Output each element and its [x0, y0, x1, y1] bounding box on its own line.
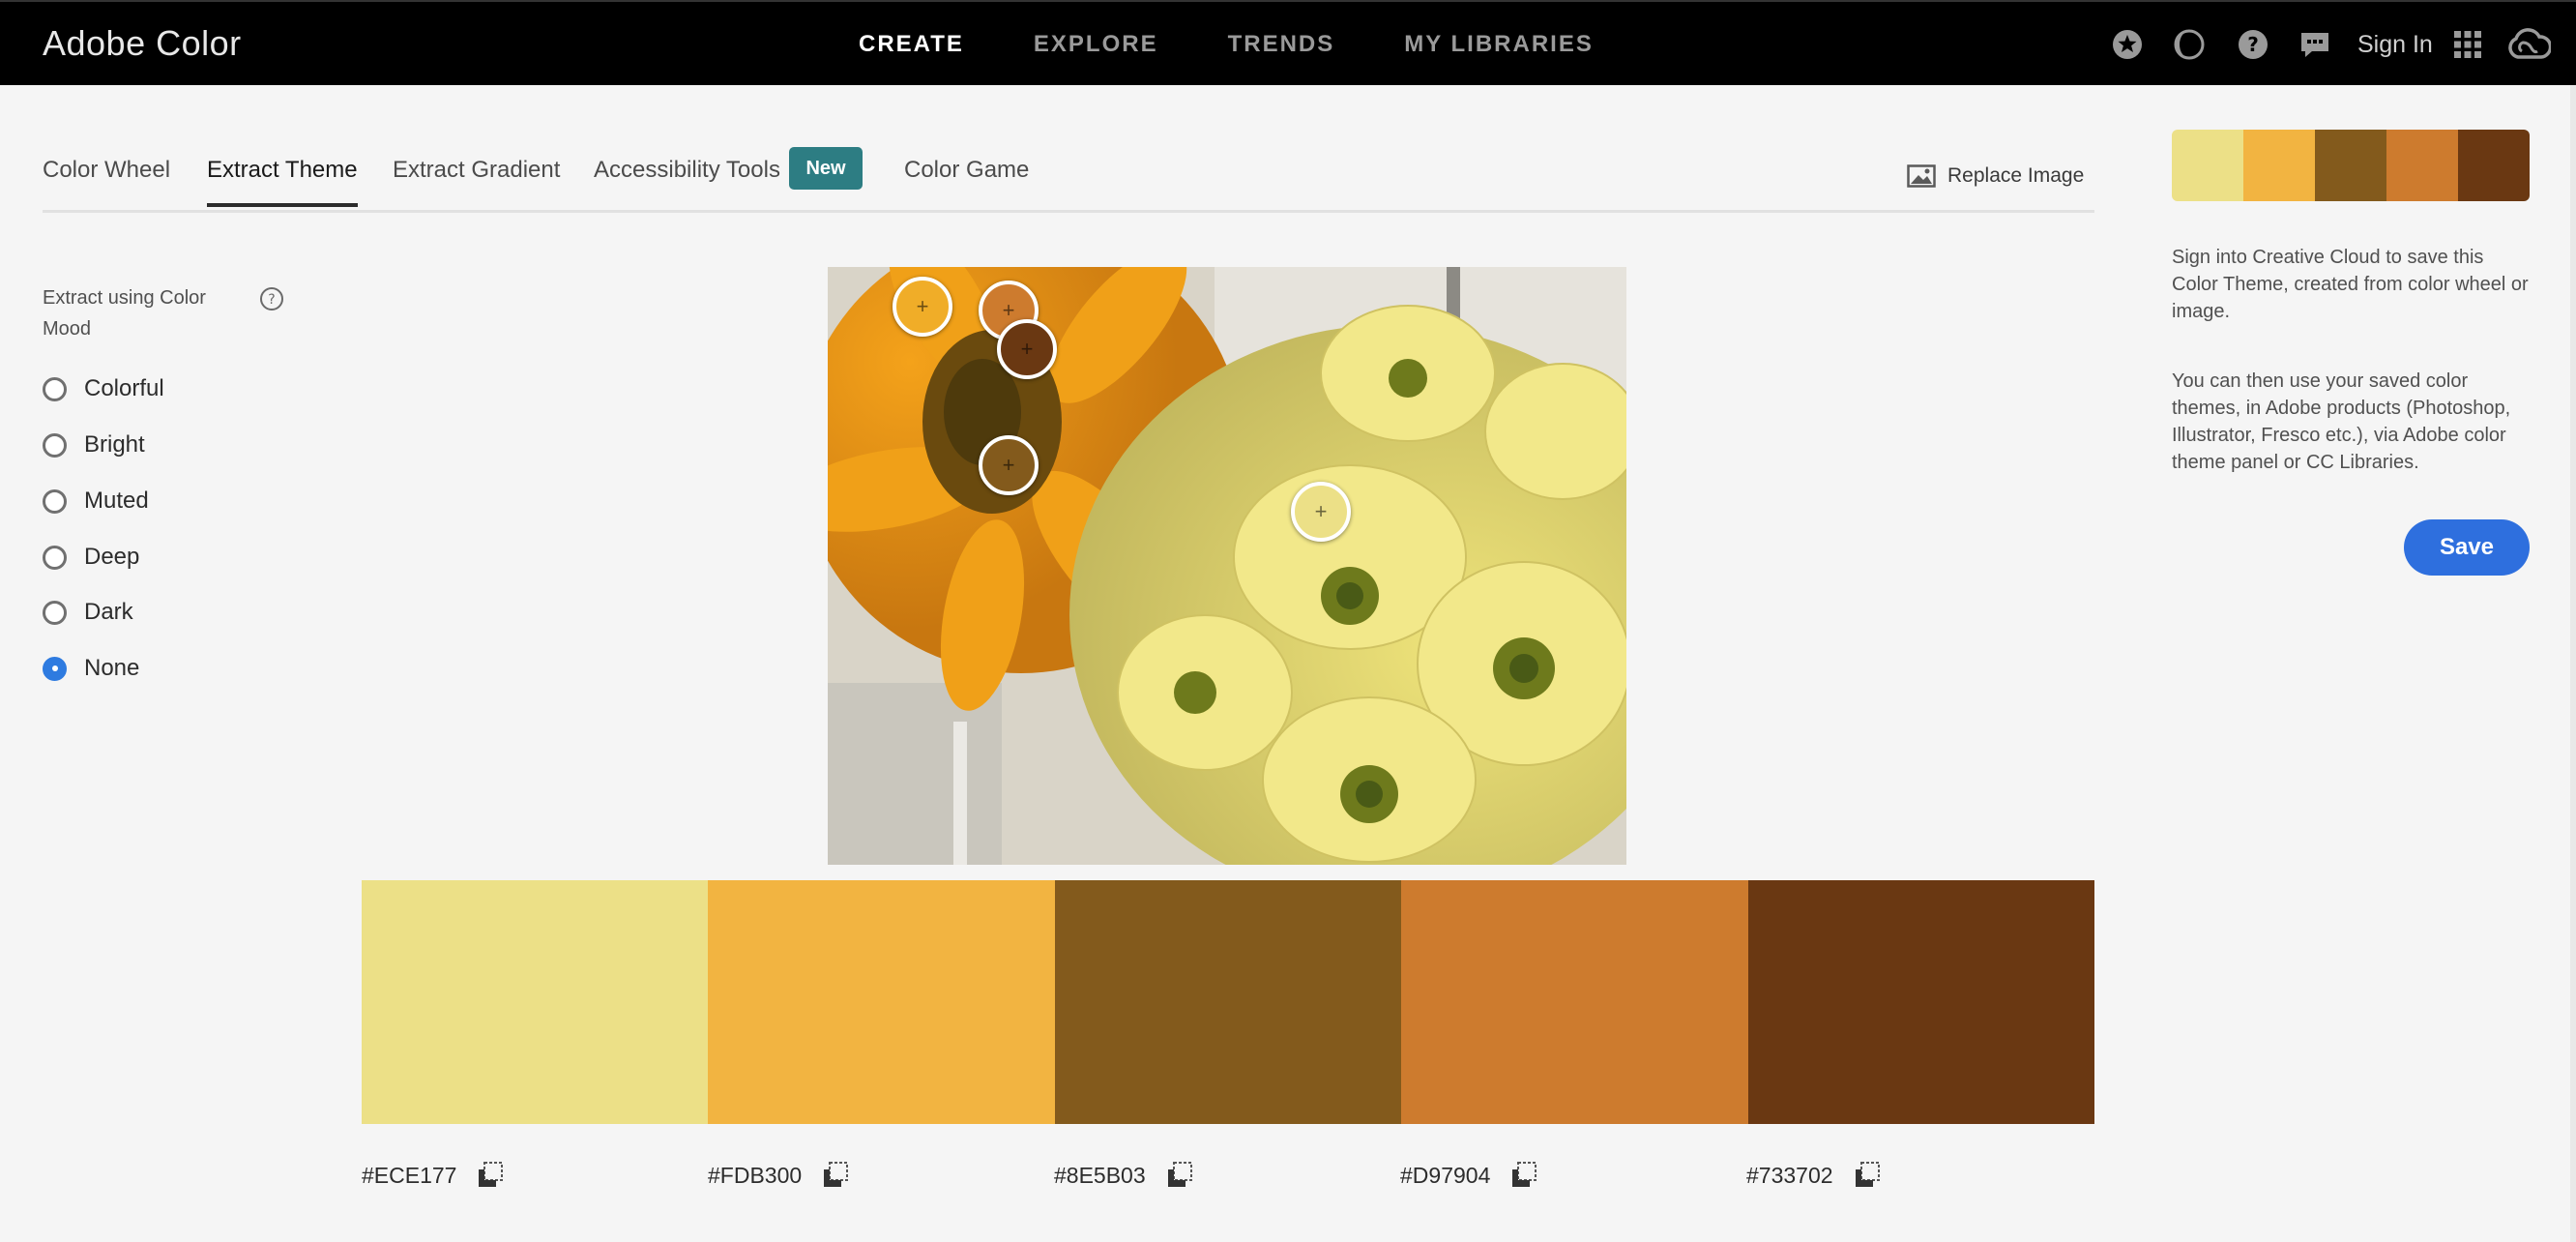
mood-option-dark[interactable]: Dark [43, 599, 133, 626]
libraries-info: You can then use your saved color themes… [2172, 370, 2511, 473]
radio-icon[interactable] [43, 488, 67, 514]
hex-value[interactable]: #733702 [1746, 1163, 1833, 1189]
radio-icon[interactable] [43, 656, 67, 681]
color-swatches [362, 880, 2095, 1124]
hex-item: #FDB300 [708, 1161, 850, 1190]
tab-extract-gradient[interactable]: Extract Gradient [393, 157, 560, 203]
swatch-1[interactable] [362, 880, 709, 1124]
theme-color-3 [2315, 130, 2386, 201]
theme-color-5 [2458, 130, 2530, 201]
color-picker-marker-5[interactable]: + [997, 319, 1057, 379]
swatch-4[interactable] [1401, 880, 1748, 1124]
hex-value[interactable]: #FDB300 [708, 1163, 802, 1189]
copy-icon[interactable] [1165, 1161, 1194, 1190]
mode-tabs: Color Wheel Extract Theme Extract Gradie… [43, 135, 2094, 213]
creative-cloud-icon[interactable] [2506, 27, 2551, 62]
mood-option-bright[interactable]: Bright [43, 431, 145, 458]
radio-icon[interactable] [43, 545, 67, 570]
sign-in-prompt: Sign into Creative Cloud to save this Co… [2172, 247, 2529, 322]
image-icon [1907, 164, 1936, 188]
save-button[interactable]: Save [2404, 519, 2530, 576]
radio-icon[interactable] [43, 600, 67, 625]
nav-my-libraries[interactable]: MY LIBRARIES [1404, 31, 1594, 58]
mood-option-label: Colorful [84, 375, 164, 401]
hex-values: #ECE177 #FDB300 #8E5B03 #D97904 #733702 [362, 1161, 2094, 1196]
hex-value[interactable]: #D97904 [1400, 1163, 1490, 1189]
help-icon[interactable]: ? [2236, 27, 2270, 62]
copy-icon[interactable] [1853, 1161, 1882, 1190]
app-logo[interactable]: Adobe Color [43, 23, 242, 64]
scrollbar[interactable] [2570, 85, 2576, 1242]
hex-item: #8E5B03 [1054, 1161, 1194, 1190]
swatch-3[interactable] [1054, 880, 1402, 1124]
color-picker-marker-1[interactable]: + [1291, 482, 1351, 542]
theme-color-1 [2172, 130, 2243, 201]
mood-option-label: Bright [84, 431, 145, 458]
top-bar: Adobe Color CREATE EXPLORE TRENDS MY LIB… [0, 0, 2576, 85]
contrast-icon[interactable] [2172, 27, 2207, 62]
swatch-5[interactable] [1747, 880, 2095, 1124]
mood-option-label: Dark [84, 599, 133, 625]
hex-value[interactable]: #8E5B03 [1054, 1163, 1146, 1189]
radio-icon[interactable] [43, 432, 67, 458]
mood-help-icon[interactable]: ? [259, 286, 284, 311]
replace-image-button[interactable]: Replace Image [1907, 164, 2084, 188]
favorites-star-icon[interactable] [2110, 27, 2145, 62]
tab-color-game[interactable]: Color Game [904, 157, 1029, 203]
mood-option-label: Muted [84, 488, 149, 514]
svg-text:?: ? [268, 292, 275, 308]
color-picker-marker-3[interactable]: + [979, 435, 1039, 495]
tab-accessibility-tools[interactable]: Accessibility Tools [594, 157, 780, 203]
copy-icon[interactable] [476, 1161, 505, 1190]
tab-color-wheel[interactable]: Color Wheel [43, 157, 170, 203]
hex-item: #D97904 [1400, 1161, 1538, 1190]
nav-explore[interactable]: EXPLORE [1034, 31, 1158, 58]
main-nav: CREATE EXPLORE TRENDS MY LIBRARIES [859, 2, 1594, 87]
feedback-icon[interactable] [2298, 27, 2332, 62]
mood-option-deep[interactable]: Deep [43, 544, 139, 571]
sign-in-link[interactable]: Sign In [2357, 31, 2433, 59]
svg-text:?: ? [2247, 33, 2259, 56]
swatch-2[interactable] [708, 880, 1055, 1124]
new-badge: New [789, 147, 863, 190]
mood-label: Extract using Color Mood [43, 287, 206, 340]
mood-option-label: None [84, 655, 140, 681]
radio-icon[interactable] [43, 376, 67, 401]
theme-color-2 [2243, 130, 2315, 201]
source-image: + + + + + [828, 267, 1626, 865]
nav-create[interactable]: CREATE [859, 31, 964, 58]
replace-image-label: Replace Image [1947, 164, 2085, 187]
copy-icon[interactable] [821, 1161, 850, 1190]
theme-preview[interactable] [2172, 130, 2530, 201]
theme-color-4 [2386, 130, 2458, 201]
color-picker-marker-2[interactable]: + [893, 277, 952, 337]
tab-extract-theme[interactable]: Extract Theme [207, 157, 358, 207]
mood-option-muted[interactable]: Muted [43, 488, 149, 515]
hex-item: #733702 [1746, 1161, 1882, 1190]
mood-option-colorful[interactable]: Colorful [43, 375, 164, 402]
mood-option-label: Deep [84, 544, 140, 570]
mood-option-none[interactable]: None [43, 655, 139, 682]
apps-grid-icon[interactable] [2450, 27, 2485, 62]
copy-icon[interactable] [1509, 1161, 1538, 1190]
hex-value[interactable]: #ECE177 [362, 1163, 456, 1189]
nav-trends[interactable]: TRENDS [1228, 31, 1335, 58]
hex-item: #ECE177 [362, 1161, 505, 1190]
